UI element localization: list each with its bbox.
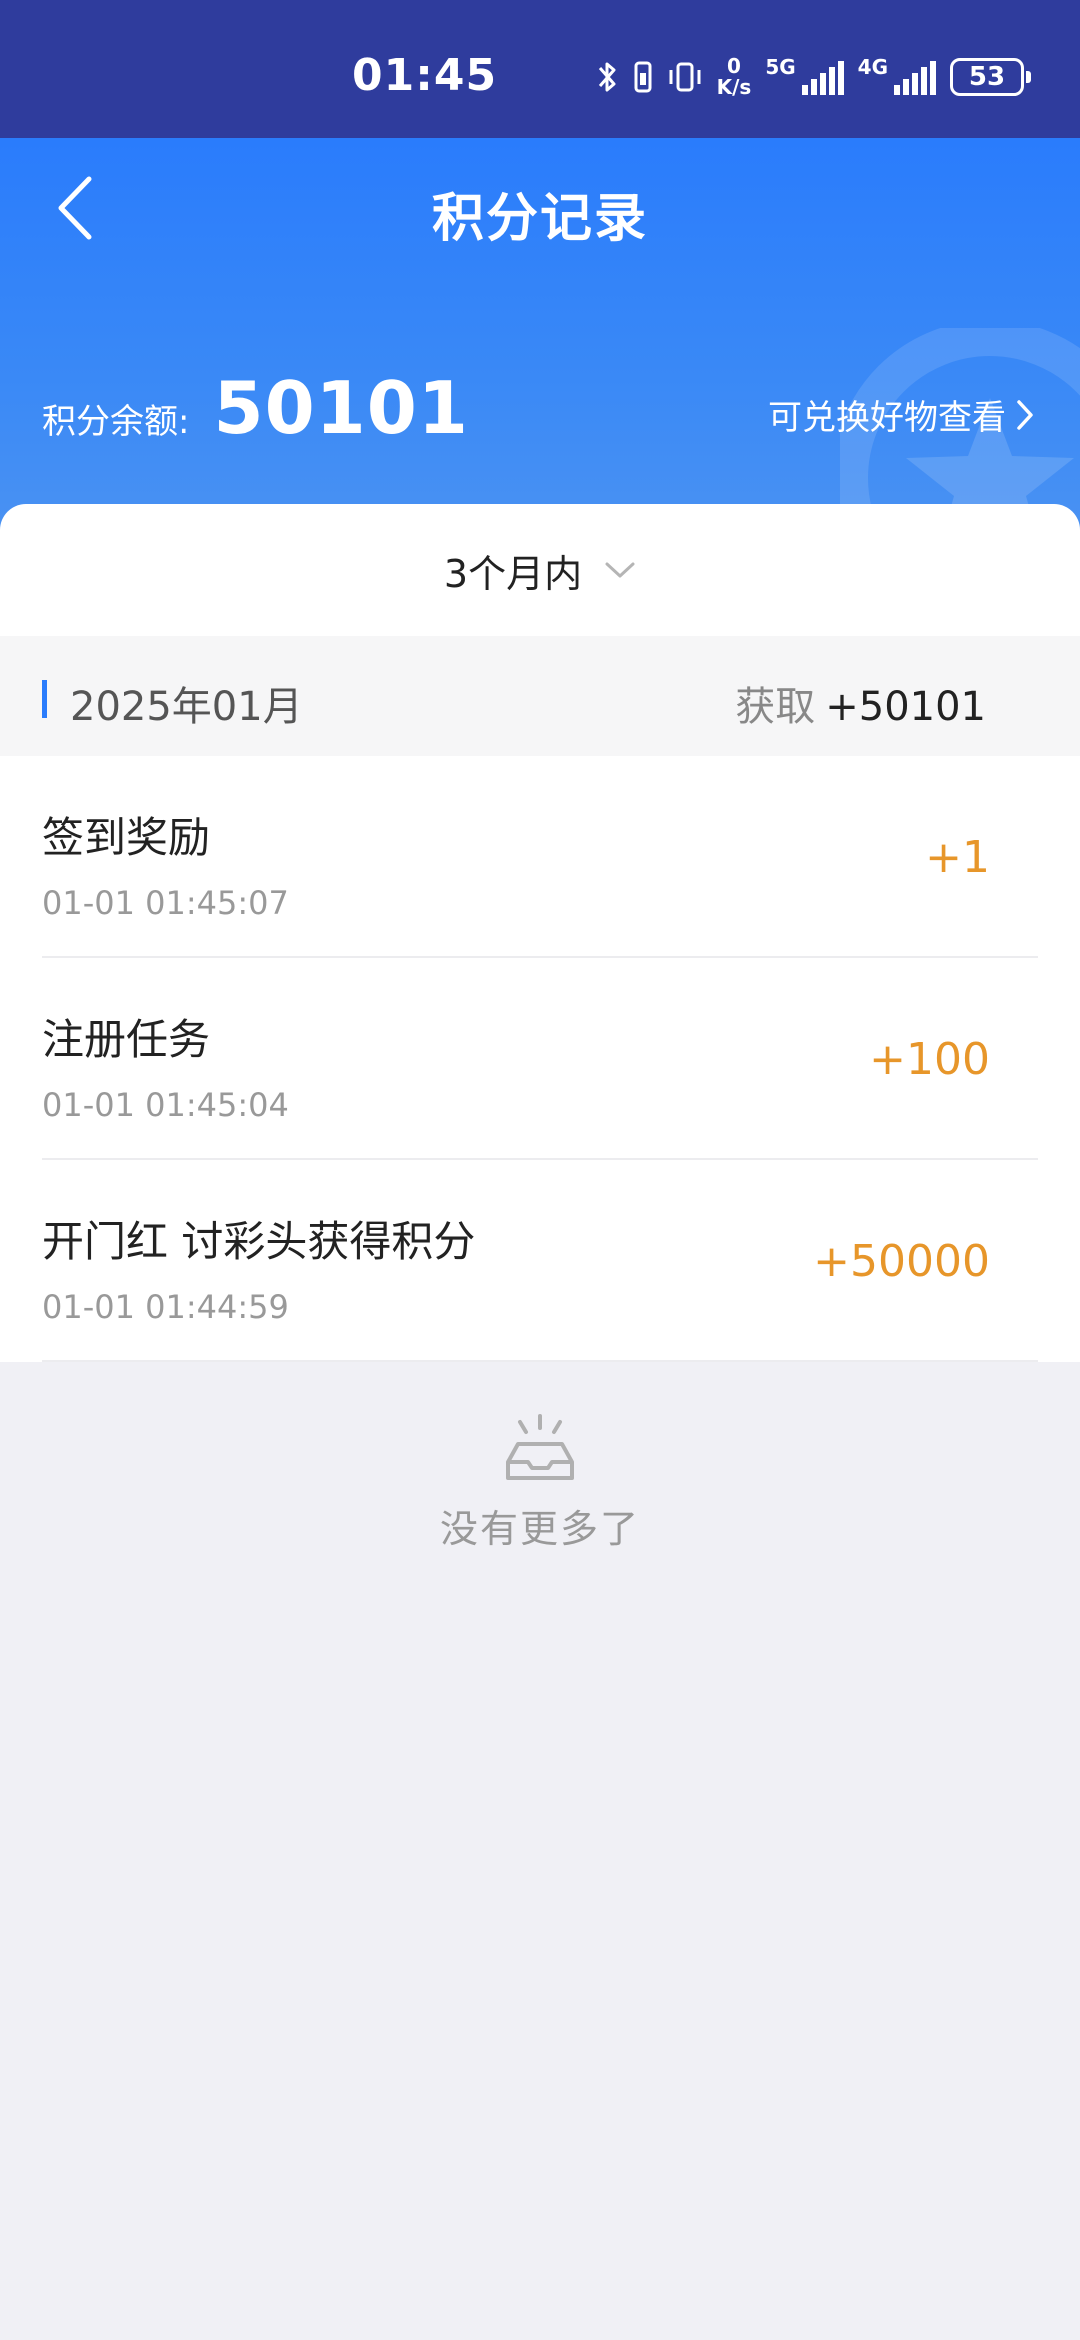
balance-value: 50101: [213, 366, 469, 450]
record-points: +1: [925, 832, 990, 883]
month-header: 2025年01月 获取 +50101: [0, 636, 1080, 756]
time-filter-label: 3个月内: [443, 551, 583, 596]
balance-label: 积分余额:: [42, 402, 190, 442]
record-name: 签到奖励: [42, 813, 211, 862]
signal-5g: 5G: [765, 55, 844, 97]
bluetooth-icon: [598, 62, 616, 92]
month-summary-label: 获取: [735, 684, 816, 730]
record-time: 01-01 01:45:04: [42, 1086, 289, 1124]
record-name: 注册任务: [42, 1015, 211, 1064]
battery-icon: 53: [950, 58, 1031, 96]
month-summary-value: +50101: [825, 684, 986, 730]
records-card: 3个月内 2025年01月 获取 +50101 签到奖励 01-01 01:45:…: [0, 504, 1080, 1362]
record-points: +100: [869, 1034, 990, 1085]
no-more-text: 没有更多了: [439, 1507, 640, 1551]
chevron-right-icon: [1017, 399, 1033, 430]
phone-sync-icon: [634, 61, 652, 93]
exchange-goods-link[interactable]: 可兑换好物查看: [768, 390, 1034, 439]
signal-bars-icon-2: [894, 61, 936, 95]
status-time: 01:45: [352, 50, 498, 101]
time-filter-dropdown[interactable]: 3个月内: [0, 504, 1080, 636]
record-item: 注册任务 01-01 01:45:04 +100: [0, 958, 1080, 1160]
record-item: 开门红 讨彩头获得积分 01-01 01:44:59 +50000: [0, 1160, 1080, 1362]
record-item: 签到奖励 01-01 01:45:07 +1: [0, 756, 1080, 958]
status-icons: 0 K/s 5G 4G 53: [597, 52, 1031, 102]
speed-unit: K/s: [716, 75, 752, 99]
exchange-link-label: 可兑换好物查看: [768, 398, 1006, 438]
signal-4g-label: 4G: [857, 55, 888, 79]
month-label: 2025年01月: [70, 684, 303, 730]
signal-bars-icon: [801, 61, 844, 95]
battery-level: 53: [968, 62, 1006, 92]
signal-5g-label: 5G: [765, 55, 796, 79]
chevron-down-icon: [605, 562, 635, 578]
signal-4g: 4G: [858, 57, 936, 97]
status-bar: 01:45 0 K/s 5G 4G 53: [0, 0, 1080, 138]
points-balance: 积分余额: 50101: [42, 366, 469, 450]
empty-inbox-icon: [506, 1414, 574, 1480]
divider: [42, 1360, 1038, 1362]
record-name: 开门红 讨彩头获得积分: [42, 1217, 476, 1266]
no-more-state: 没有更多了: [0, 1414, 1080, 1553]
record-time: 01-01 01:44:59: [42, 1288, 289, 1326]
network-speed: 0 K/s: [717, 56, 752, 98]
vibrate-icon: [669, 62, 701, 92]
record-points: +50000: [813, 1236, 990, 1287]
speed-value: 0: [726, 54, 741, 78]
month-accent-bar: [42, 680, 47, 718]
page-title: 积分记录: [431, 189, 648, 249]
month-summary: 获取 +50101: [735, 674, 986, 732]
header: 积分记录 积分余额: 50101 可兑换好物查看: [0, 138, 1080, 538]
record-time: 01-01 01:45:07: [42, 884, 289, 922]
